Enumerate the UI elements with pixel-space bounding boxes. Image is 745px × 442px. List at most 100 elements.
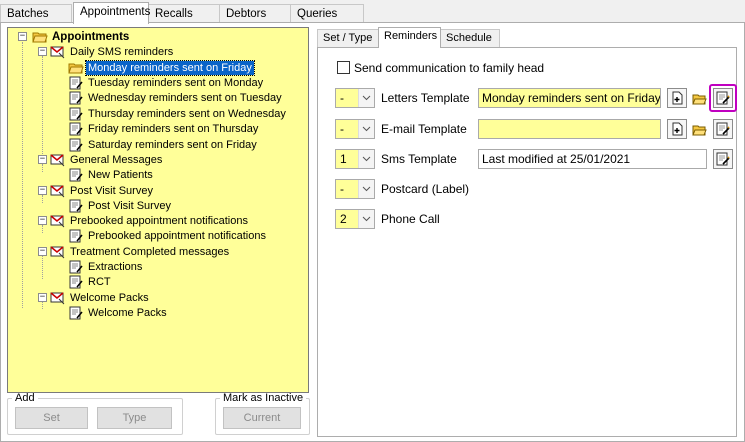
postcard-combo[interactable]: -: [335, 179, 375, 199]
template-item-icon: [69, 275, 83, 288]
appointments-panel: − Appointments − Daily SMS reminders Mon…: [0, 22, 745, 442]
tree-item-label: Saturday reminders sent on Friday: [88, 138, 257, 151]
add-group-legend: Add: [15, 392, 35, 404]
collapse-toggle[interactable]: −: [18, 32, 27, 41]
tab-label: Reminders: [384, 30, 438, 42]
new-document-icon: [672, 91, 683, 105]
template-item-icon: [69, 306, 83, 319]
open-letters-template-button[interactable]: [689, 88, 709, 108]
edit-template-icon: [716, 91, 730, 105]
open-email-template-button[interactable]: [689, 119, 709, 139]
tree-item[interactable]: Saturday reminders sent on Friday: [68, 137, 259, 152]
family-head-label: Send communication to family head: [354, 61, 545, 75]
tree-item[interactable]: Tuesday reminders sent on Monday: [68, 75, 265, 90]
chevron-down-icon: [358, 180, 374, 198]
tree-group[interactable]: General Messages: [50, 152, 164, 167]
tree-item[interactable]: Thursday reminders sent on Wednesday: [68, 106, 288, 121]
template-item-icon: [69, 76, 83, 89]
tab-label: Schedule: [446, 32, 492, 44]
set-button-label: Set: [43, 412, 60, 424]
postcard-label: Postcard (Label): [381, 182, 470, 196]
collapse-toggle[interactable]: −: [38, 186, 47, 195]
tree-item-label: Wednesday reminders sent on Tuesday: [88, 91, 282, 104]
combo-value: 2: [336, 210, 358, 228]
tree-item-label: Tuesday reminders sent on Monday: [88, 76, 264, 89]
tab-recalls[interactable]: Recalls: [148, 4, 220, 23]
tree-item[interactable]: Post Visit Survey: [68, 198, 173, 213]
tree-item[interactable]: Prebooked appointment notifications: [68, 228, 268, 243]
letters-template-field[interactable]: Monday reminders sent on Friday.rtf: [478, 88, 661, 108]
template-item-icon: [69, 107, 83, 120]
tab-debtors[interactable]: Debtors: [219, 4, 291, 23]
tree-line: [42, 195, 43, 203]
tab-batches[interactable]: Batches: [0, 4, 72, 23]
combo-value: -: [336, 120, 358, 138]
tree-group[interactable]: Welcome Packs: [50, 290, 151, 305]
chevron-down-icon: [358, 210, 374, 228]
tree-root[interactable]: Appointments: [32, 29, 131, 44]
tree-item-selected[interactable]: Monday reminders sent on Friday: [68, 59, 255, 76]
tree-group[interactable]: Treatment Completed messages: [50, 244, 231, 259]
edit-letters-template-button[interactable]: [713, 88, 733, 108]
tree-item[interactable]: Welcome Packs: [68, 305, 169, 320]
tree-group[interactable]: Daily SMS reminders: [50, 44, 175, 59]
tree-item[interactable]: Extractions: [68, 259, 144, 274]
sms-template-field[interactable]: Last modified at 25/01/2021: [478, 149, 707, 169]
collapse-toggle[interactable]: −: [38, 155, 47, 164]
chevron-down-icon: [358, 150, 374, 168]
tab-set-type[interactable]: Set / Type: [317, 29, 379, 47]
current-button[interactable]: Current: [223, 407, 301, 429]
template-item-icon: [69, 199, 83, 212]
tab-queries[interactable]: Queries: [290, 4, 364, 23]
message-tree[interactable]: − Appointments − Daily SMS reminders Mon…: [7, 27, 309, 393]
tree-group[interactable]: Post Visit Survey: [50, 183, 155, 198]
tree-group[interactable]: Prebooked appointment notifications: [50, 213, 250, 228]
edit-email-template-button[interactable]: [713, 119, 733, 139]
new-letters-template-button[interactable]: [667, 88, 687, 108]
email-combo[interactable]: -: [335, 119, 375, 139]
folder-open-icon: [68, 63, 84, 73]
edit-template-icon: [716, 122, 730, 136]
template-item-icon: [69, 91, 83, 104]
main-tab-bar: Batches Appointments Recalls Debtors Que…: [0, 2, 745, 24]
email-template-field[interactable]: [478, 119, 661, 139]
tab-label: Batches: [7, 8, 49, 20]
sms-combo[interactable]: 1: [335, 149, 375, 169]
combo-value: -: [336, 89, 358, 107]
chevron-down-icon: [358, 89, 374, 107]
message-group-icon: [50, 184, 65, 197]
set-button[interactable]: Set: [15, 407, 88, 429]
tree-item-label: Prebooked appointment notifications: [88, 229, 266, 242]
tree-item[interactable]: Friday reminders sent on Thursday: [68, 121, 260, 136]
tree-item[interactable]: RCT: [68, 274, 113, 289]
tree-group-label: Daily SMS reminders: [70, 45, 174, 58]
tab-appointments[interactable]: Appointments: [73, 2, 150, 24]
letters-combo[interactable]: -: [335, 88, 375, 108]
family-head-checkbox[interactable]: [337, 61, 350, 74]
edit-sms-template-button[interactable]: [713, 149, 733, 169]
collapse-toggle[interactable]: −: [38, 47, 47, 56]
tree-item[interactable]: New Patients: [68, 167, 155, 182]
tab-schedule[interactable]: Schedule: [440, 29, 500, 47]
tree-group-label: Welcome Packs: [70, 291, 149, 304]
tab-label: Queries: [297, 8, 338, 20]
tree-item[interactable]: Wednesday reminders sent on Tuesday: [68, 90, 284, 105]
tree-item-label: New Patients: [88, 168, 153, 181]
folder-open-icon: [32, 32, 48, 42]
template-item-icon: [69, 260, 83, 273]
new-email-template-button[interactable]: [667, 119, 687, 139]
email-template-label: E-mail Template: [381, 122, 467, 136]
tab-reminders[interactable]: Reminders: [378, 27, 441, 48]
type-button-label: Type: [122, 412, 147, 424]
inactive-group-legend: Mark as Inactive: [223, 392, 304, 404]
template-item-icon: [69, 122, 83, 135]
message-group-icon: [50, 214, 65, 227]
phone-combo[interactable]: 2: [335, 209, 375, 229]
type-button[interactable]: Type: [97, 407, 172, 429]
template-item-icon: [69, 168, 83, 181]
collapse-toggle[interactable]: −: [38, 216, 47, 225]
collapse-toggle[interactable]: −: [38, 293, 47, 302]
collapse-toggle[interactable]: −: [38, 247, 47, 256]
tree-item-label: Post Visit Survey: [88, 199, 171, 212]
message-group-icon: [50, 153, 65, 166]
